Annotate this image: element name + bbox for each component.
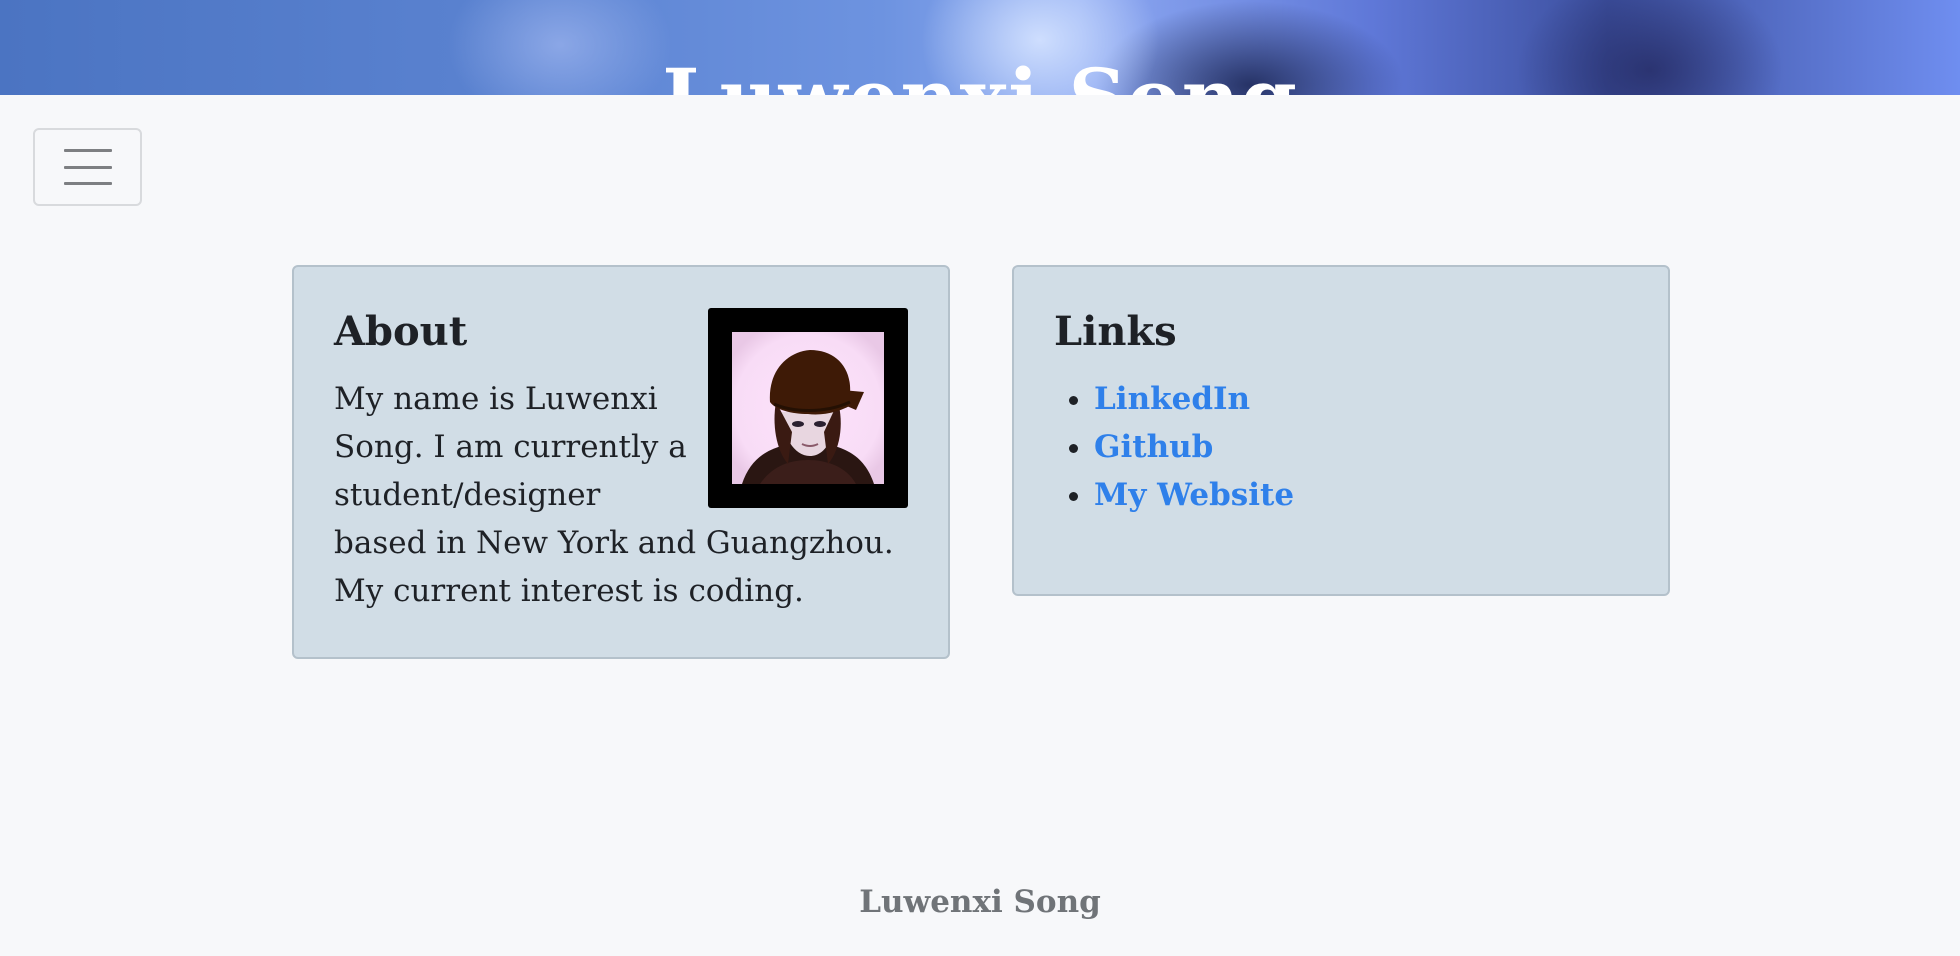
- profile-photo: [708, 308, 908, 508]
- website-link[interactable]: My Website: [1094, 477, 1294, 513]
- list-item: LinkedIn: [1094, 375, 1628, 423]
- list-item: My Website: [1094, 471, 1628, 519]
- navbar-toggle-button[interactable]: [33, 128, 142, 206]
- links-list: LinkedIn Github My Website: [1054, 375, 1628, 519]
- github-link[interactable]: Github: [1094, 429, 1213, 465]
- hamburger-menu-icon: [63, 149, 112, 185]
- links-card: Links LinkedIn Github My Website: [1012, 265, 1670, 596]
- list-item: Github: [1094, 423, 1628, 471]
- about-card: About My name is Luwenxi Song. I am curr…: [292, 265, 950, 659]
- site-title: Luwenxi Song: [0, 48, 1960, 95]
- footer-text: Luwenxi Song: [859, 884, 1101, 920]
- header-banner: Luwenxi Song: [0, 0, 1960, 95]
- linkedin-link[interactable]: LinkedIn: [1094, 381, 1250, 417]
- links-heading: Links: [1054, 308, 1177, 355]
